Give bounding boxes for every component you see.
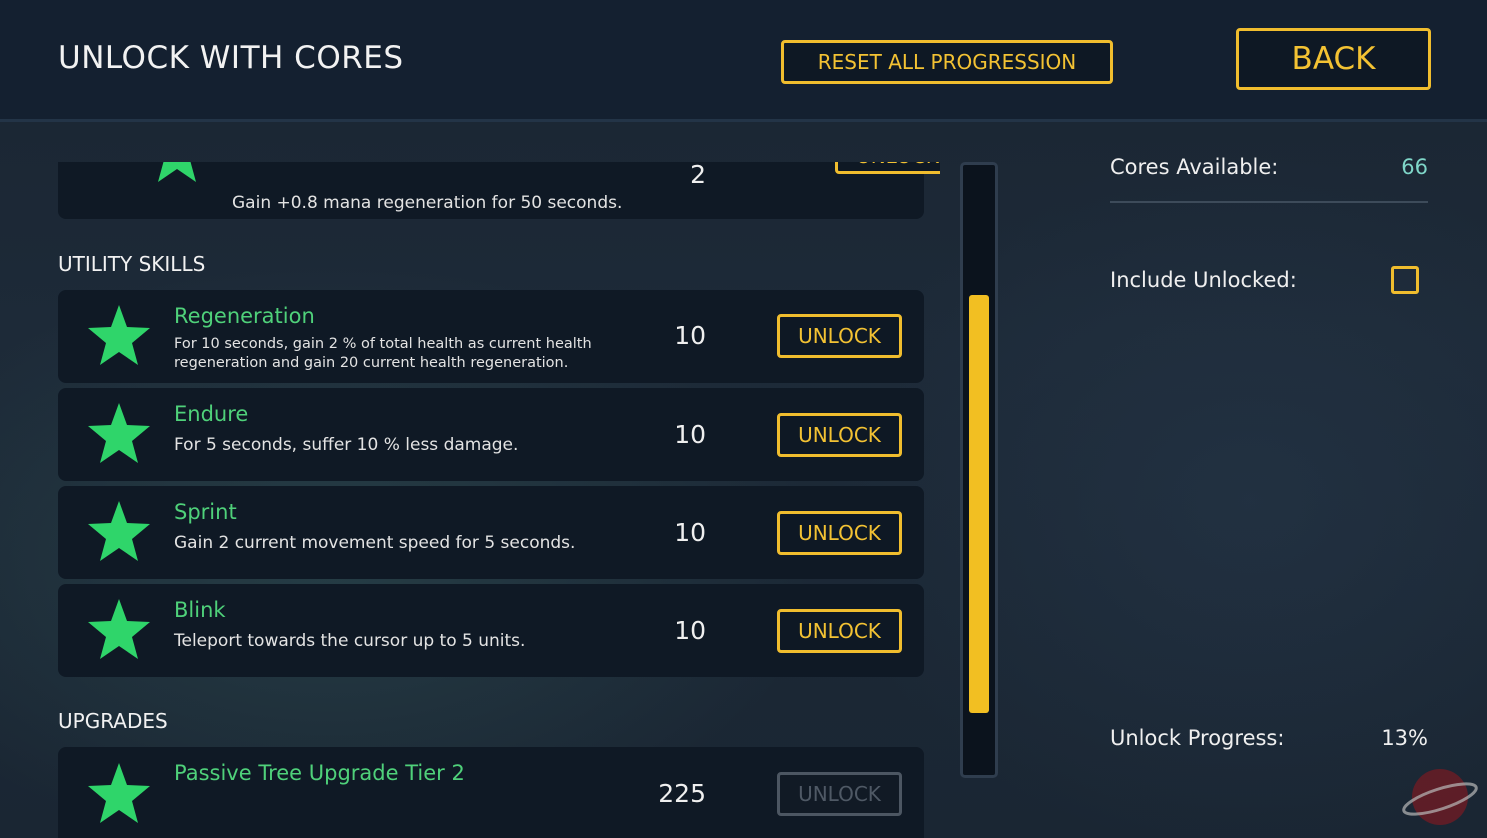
- include-unlocked-label: Include Unlocked:: [1110, 268, 1297, 292]
- list-item-passive-tree-upgrade: Passive Tree Upgrade Tier 2 225 UNLOCK: [58, 747, 924, 838]
- unlock-screen: UNLOCK WITH CORES RESET ALL PROGRESSION …: [0, 0, 1487, 838]
- star-icon: [86, 597, 152, 663]
- star-icon: [86, 761, 152, 827]
- section-heading-utility: UTILITY SKILLS: [58, 252, 206, 276]
- watermark-logo-icon: [1400, 765, 1480, 831]
- back-button[interactable]: BACK: [1236, 28, 1431, 90]
- header-bar: UNLOCK WITH CORES RESET ALL PROGRESSION …: [0, 0, 1487, 122]
- divider: [1110, 201, 1428, 203]
- unlock-button[interactable]: UNLOCK: [777, 511, 902, 555]
- item-description: Gain +0.8 mana regeneration for 50 secon…: [232, 193, 623, 213]
- star-icon: [86, 303, 152, 369]
- list-item-partial: Gain +0.8 mana regeneration for 50 secon…: [58, 162, 940, 219]
- unlock-button-disabled: UNLOCK: [777, 772, 902, 816]
- cores-available-value: 66: [1401, 155, 1428, 179]
- page-title: UNLOCK WITH CORES: [58, 40, 404, 76]
- list-item-endure: Endure For 5 seconds, suffer 10 % less d…: [58, 388, 924, 481]
- item-title: Sprint: [174, 500, 237, 524]
- unlock-progress-value: 13%: [1381, 726, 1428, 750]
- star-icon: [86, 401, 152, 467]
- unlock-button[interactable]: UNLOCK: [777, 609, 902, 653]
- item-description: For 10 seconds, gain 2 % of total health…: [174, 336, 592, 371]
- list-item-blink: Blink Teleport towards the cursor up to …: [58, 584, 924, 677]
- item-cost: 10: [674, 321, 706, 350]
- unlock-button[interactable]: UNLOCK: [777, 413, 902, 457]
- include-unlocked-checkbox[interactable]: [1391, 266, 1419, 294]
- unlock-button[interactable]: UNLOCK: [777, 314, 902, 358]
- item-cost: 10: [674, 616, 706, 645]
- unlock-progress-label: Unlock Progress:: [1110, 726, 1285, 750]
- item-description: For 5 seconds, suffer 10 % less damage.: [174, 435, 519, 455]
- unlock-list[interactable]: Gain +0.8 mana regeneration for 50 secon…: [0, 162, 940, 838]
- item-cost: 10: [674, 420, 706, 449]
- item-description: Gain 2 current movement speed for 5 seco…: [174, 533, 576, 553]
- item-cost: 10: [674, 518, 706, 547]
- item-title: Endure: [174, 402, 249, 426]
- item-title: Regeneration: [174, 304, 315, 328]
- item-cost: 2: [690, 162, 706, 189]
- list-item-sprint: Sprint Gain 2 current movement speed for…: [58, 486, 924, 579]
- section-heading-upgrades: UPGRADES: [58, 709, 168, 733]
- reset-all-progression-button[interactable]: RESET ALL PROGRESSION: [781, 40, 1113, 84]
- cores-available-label: Cores Available:: [1110, 155, 1279, 179]
- item-description: Teleport towards the cursor up to 5 unit…: [174, 631, 526, 651]
- unlock-button[interactable]: UNLOCK: [835, 162, 940, 174]
- list-item-regeneration: Regeneration For 10 seconds, gain 2 % of…: [58, 290, 924, 383]
- star-icon: [86, 499, 152, 565]
- scrollbar-thumb[interactable]: [969, 294, 989, 713]
- scrollbar-track[interactable]: [960, 162, 998, 778]
- item-title: Blink: [174, 598, 226, 622]
- star-icon: [144, 162, 210, 186]
- item-cost: 225: [658, 779, 706, 808]
- item-title: Passive Tree Upgrade Tier 2: [174, 761, 465, 785]
